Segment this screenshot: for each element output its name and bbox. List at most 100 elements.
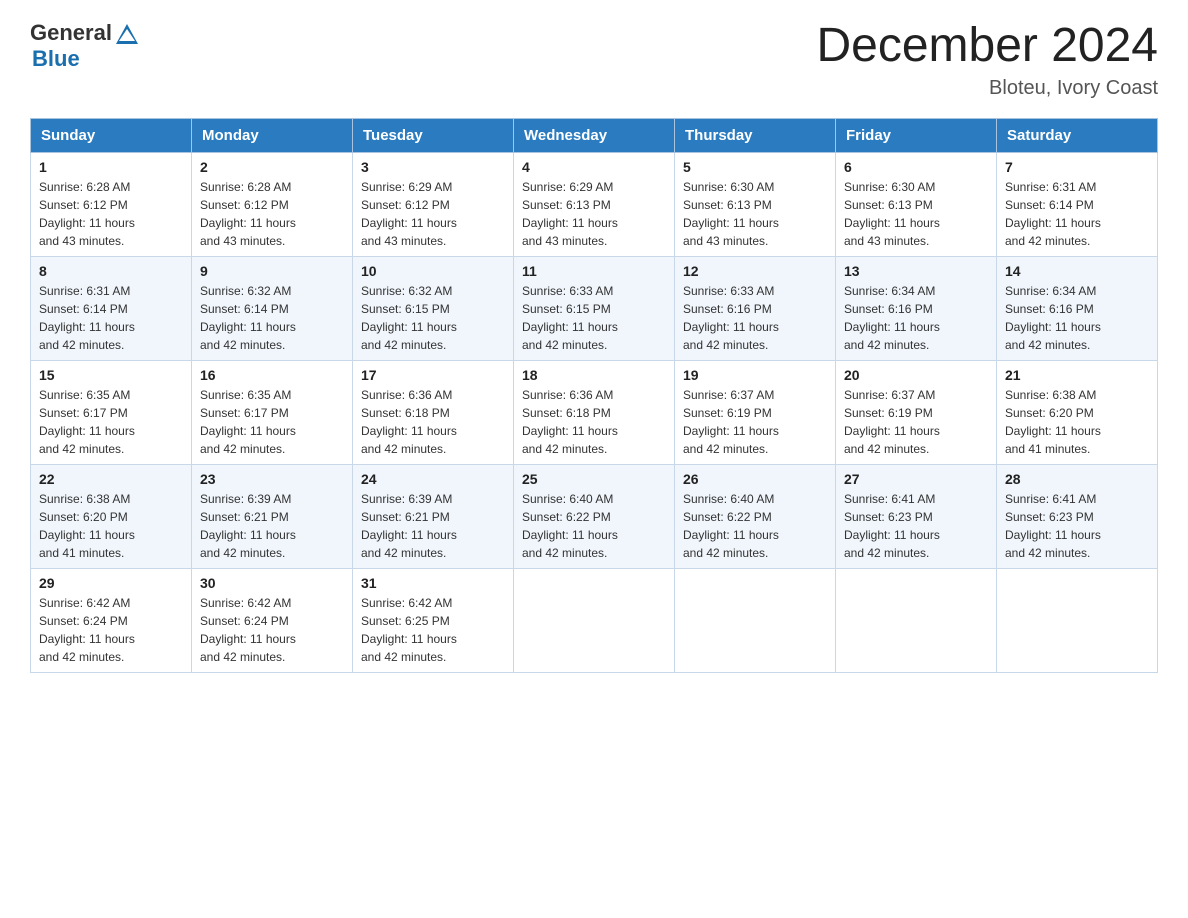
calendar-day-cell: 4 Sunrise: 6:29 AMSunset: 6:13 PMDayligh… [514, 152, 675, 256]
day-info: Sunrise: 6:35 AMSunset: 6:17 PMDaylight:… [39, 388, 135, 456]
day-info: Sunrise: 6:41 AMSunset: 6:23 PMDaylight:… [844, 492, 940, 560]
day-number: 10 [361, 263, 505, 279]
calendar-day-cell: 28 Sunrise: 6:41 AMSunset: 6:23 PMDaylig… [997, 464, 1158, 568]
calendar-day-cell: 8 Sunrise: 6:31 AMSunset: 6:14 PMDayligh… [31, 256, 192, 360]
calendar-day-cell: 21 Sunrise: 6:38 AMSunset: 6:20 PMDaylig… [997, 360, 1158, 464]
day-number: 7 [1005, 159, 1149, 175]
calendar-day-header: Thursday [675, 118, 836, 152]
calendar-day-cell [997, 568, 1158, 672]
day-number: 27 [844, 471, 988, 487]
day-number: 12 [683, 263, 827, 279]
day-number: 21 [1005, 367, 1149, 383]
calendar-day-cell: 18 Sunrise: 6:36 AMSunset: 6:18 PMDaylig… [514, 360, 675, 464]
calendar-day-cell: 11 Sunrise: 6:33 AMSunset: 6:15 PMDaylig… [514, 256, 675, 360]
day-info: Sunrise: 6:41 AMSunset: 6:23 PMDaylight:… [1005, 492, 1101, 560]
day-info: Sunrise: 6:33 AMSunset: 6:15 PMDaylight:… [522, 284, 618, 352]
calendar-day-cell: 13 Sunrise: 6:34 AMSunset: 6:16 PMDaylig… [836, 256, 997, 360]
day-info: Sunrise: 6:34 AMSunset: 6:16 PMDaylight:… [1005, 284, 1101, 352]
calendar-week-row: 22 Sunrise: 6:38 AMSunset: 6:20 PMDaylig… [31, 464, 1158, 568]
day-number: 30 [200, 575, 344, 591]
calendar-day-cell: 20 Sunrise: 6:37 AMSunset: 6:19 PMDaylig… [836, 360, 997, 464]
logo-general-text: General [30, 20, 112, 46]
day-info: Sunrise: 6:37 AMSunset: 6:19 PMDaylight:… [844, 388, 940, 456]
calendar-day-cell: 14 Sunrise: 6:34 AMSunset: 6:16 PMDaylig… [997, 256, 1158, 360]
logo: General Blue [30, 20, 140, 72]
day-info: Sunrise: 6:38 AMSunset: 6:20 PMDaylight:… [39, 492, 135, 560]
day-info: Sunrise: 6:40 AMSunset: 6:22 PMDaylight:… [522, 492, 618, 560]
calendar-day-header: Tuesday [353, 118, 514, 152]
day-info: Sunrise: 6:32 AMSunset: 6:15 PMDaylight:… [361, 284, 457, 352]
calendar-day-cell: 1 Sunrise: 6:28 AMSunset: 6:12 PMDayligh… [31, 152, 192, 256]
calendar-day-cell: 29 Sunrise: 6:42 AMSunset: 6:24 PMDaylig… [31, 568, 192, 672]
calendar-day-header: Wednesday [514, 118, 675, 152]
day-number: 28 [1005, 471, 1149, 487]
calendar-day-cell: 15 Sunrise: 6:35 AMSunset: 6:17 PMDaylig… [31, 360, 192, 464]
calendar-day-cell: 12 Sunrise: 6:33 AMSunset: 6:16 PMDaylig… [675, 256, 836, 360]
calendar-day-cell: 2 Sunrise: 6:28 AMSunset: 6:12 PMDayligh… [192, 152, 353, 256]
calendar-week-row: 15 Sunrise: 6:35 AMSunset: 6:17 PMDaylig… [31, 360, 1158, 464]
calendar-day-cell: 5 Sunrise: 6:30 AMSunset: 6:13 PMDayligh… [675, 152, 836, 256]
calendar-day-cell: 22 Sunrise: 6:38 AMSunset: 6:20 PMDaylig… [31, 464, 192, 568]
calendar-week-row: 1 Sunrise: 6:28 AMSunset: 6:12 PMDayligh… [31, 152, 1158, 256]
page-header: General Blue December 2024 Bloteu, Ivory… [30, 20, 1158, 100]
day-number: 5 [683, 159, 827, 175]
day-number: 2 [200, 159, 344, 175]
calendar-table: SundayMondayTuesdayWednesdayThursdayFrid… [30, 118, 1158, 673]
calendar-day-cell: 9 Sunrise: 6:32 AMSunset: 6:14 PMDayligh… [192, 256, 353, 360]
day-number: 20 [844, 367, 988, 383]
calendar-day-header: Monday [192, 118, 353, 152]
calendar-week-row: 8 Sunrise: 6:31 AMSunset: 6:14 PMDayligh… [31, 256, 1158, 360]
day-number: 1 [39, 159, 183, 175]
calendar-day-cell: 16 Sunrise: 6:35 AMSunset: 6:17 PMDaylig… [192, 360, 353, 464]
page-subtitle: Bloteu, Ivory Coast [816, 77, 1158, 100]
calendar-day-cell [514, 568, 675, 672]
calendar-day-cell: 30 Sunrise: 6:42 AMSunset: 6:24 PMDaylig… [192, 568, 353, 672]
day-info: Sunrise: 6:42 AMSunset: 6:24 PMDaylight:… [200, 596, 296, 664]
day-number: 19 [683, 367, 827, 383]
day-number: 9 [200, 263, 344, 279]
day-info: Sunrise: 6:33 AMSunset: 6:16 PMDaylight:… [683, 284, 779, 352]
calendar-day-cell: 25 Sunrise: 6:40 AMSunset: 6:22 PMDaylig… [514, 464, 675, 568]
day-number: 6 [844, 159, 988, 175]
calendar-day-cell: 31 Sunrise: 6:42 AMSunset: 6:25 PMDaylig… [353, 568, 514, 672]
day-number: 26 [683, 471, 827, 487]
calendar-day-cell: 7 Sunrise: 6:31 AMSunset: 6:14 PMDayligh… [997, 152, 1158, 256]
day-info: Sunrise: 6:29 AMSunset: 6:12 PMDaylight:… [361, 180, 457, 248]
calendar-day-cell: 17 Sunrise: 6:36 AMSunset: 6:18 PMDaylig… [353, 360, 514, 464]
day-info: Sunrise: 6:30 AMSunset: 6:13 PMDaylight:… [844, 180, 940, 248]
calendar-day-cell: 23 Sunrise: 6:39 AMSunset: 6:21 PMDaylig… [192, 464, 353, 568]
day-info: Sunrise: 6:39 AMSunset: 6:21 PMDaylight:… [200, 492, 296, 560]
day-number: 4 [522, 159, 666, 175]
day-info: Sunrise: 6:38 AMSunset: 6:20 PMDaylight:… [1005, 388, 1101, 456]
calendar-day-cell [675, 568, 836, 672]
calendar-day-cell: 6 Sunrise: 6:30 AMSunset: 6:13 PMDayligh… [836, 152, 997, 256]
day-number: 29 [39, 575, 183, 591]
calendar-day-cell: 3 Sunrise: 6:29 AMSunset: 6:12 PMDayligh… [353, 152, 514, 256]
day-info: Sunrise: 6:28 AMSunset: 6:12 PMDaylight:… [39, 180, 135, 248]
logo-triangle-icon [114, 22, 140, 46]
day-info: Sunrise: 6:36 AMSunset: 6:18 PMDaylight:… [522, 388, 618, 456]
day-info: Sunrise: 6:42 AMSunset: 6:25 PMDaylight:… [361, 596, 457, 664]
day-number: 14 [1005, 263, 1149, 279]
calendar-day-header: Saturday [997, 118, 1158, 152]
day-number: 11 [522, 263, 666, 279]
calendar-day-cell [836, 568, 997, 672]
day-info: Sunrise: 6:39 AMSunset: 6:21 PMDaylight:… [361, 492, 457, 560]
title-block: December 2024 Bloteu, Ivory Coast [816, 20, 1158, 100]
day-number: 15 [39, 367, 183, 383]
day-number: 24 [361, 471, 505, 487]
calendar-day-cell: 10 Sunrise: 6:32 AMSunset: 6:15 PMDaylig… [353, 256, 514, 360]
calendar-day-cell: 24 Sunrise: 6:39 AMSunset: 6:21 PMDaylig… [353, 464, 514, 568]
day-info: Sunrise: 6:32 AMSunset: 6:14 PMDaylight:… [200, 284, 296, 352]
day-number: 3 [361, 159, 505, 175]
day-info: Sunrise: 6:30 AMSunset: 6:13 PMDaylight:… [683, 180, 779, 248]
calendar-day-header: Friday [836, 118, 997, 152]
day-number: 16 [200, 367, 344, 383]
day-number: 25 [522, 471, 666, 487]
day-info: Sunrise: 6:31 AMSunset: 6:14 PMDaylight:… [1005, 180, 1101, 248]
day-info: Sunrise: 6:29 AMSunset: 6:13 PMDaylight:… [522, 180, 618, 248]
calendar-day-cell: 27 Sunrise: 6:41 AMSunset: 6:23 PMDaylig… [836, 464, 997, 568]
day-info: Sunrise: 6:35 AMSunset: 6:17 PMDaylight:… [200, 388, 296, 456]
day-number: 22 [39, 471, 183, 487]
day-info: Sunrise: 6:31 AMSunset: 6:14 PMDaylight:… [39, 284, 135, 352]
